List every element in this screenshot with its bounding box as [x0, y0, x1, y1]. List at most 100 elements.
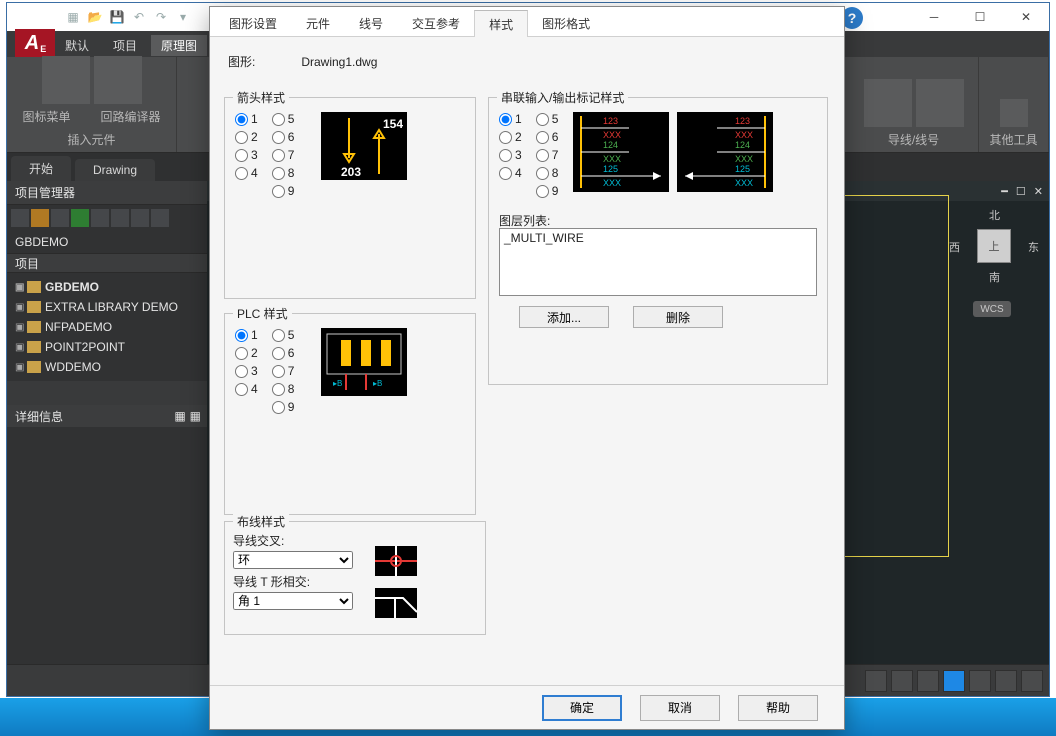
plc-radio-2[interactable]: 2 [235, 346, 258, 360]
wcs-badge[interactable]: WCS [973, 301, 1011, 317]
qat-new-icon[interactable]: ▦ [63, 7, 83, 27]
drawing-tab-start[interactable]: 开始 [11, 156, 71, 181]
wire-cross-select[interactable]: 环 [233, 551, 353, 569]
drawing-tab-current[interactable]: Drawing [75, 159, 155, 181]
canvas-max-icon[interactable]: ☐ [1016, 185, 1026, 198]
arrow-radio-9[interactable]: 9 [272, 184, 295, 198]
ribbon-tab-project[interactable]: 项目 [103, 35, 147, 56]
dlg-tab-wirenum[interactable]: 线号 [344, 9, 398, 36]
expand-icon[interactable]: ▣ [15, 302, 27, 313]
app-logo[interactable]: AE [15, 29, 55, 57]
tree-item-wddemo[interactable]: ▣WDDEMO [7, 357, 207, 377]
layer-add-button[interactable]: 添加... [519, 306, 609, 328]
expand-icon[interactable]: ▣ [15, 322, 27, 333]
pm-tool6-icon[interactable] [111, 209, 129, 227]
plc-radio-5[interactable]: 5 [272, 328, 295, 342]
ribbon-icon-menu[interactable] [42, 56, 90, 104]
io-radio-2[interactable]: 2 [499, 130, 522, 144]
status-1-icon[interactable] [865, 670, 887, 692]
ribbon-tab-default[interactable]: 默认 [55, 35, 99, 56]
status-2-icon[interactable] [891, 670, 913, 692]
io-radio-3[interactable]: 3 [499, 148, 522, 162]
tree-item-p2p[interactable]: ▣POINT2POINT [7, 337, 207, 357]
maximize-button[interactable]: ☐ [957, 3, 1003, 31]
arrow-radio-3[interactable]: 3 [235, 148, 258, 162]
qat-redo-icon[interactable]: ↷ [151, 7, 171, 27]
qat-undo-icon[interactable]: ↶ [129, 7, 149, 27]
plc-preview: ▸B ▸B [321, 328, 407, 396]
expand-icon[interactable]: ▣ [15, 362, 27, 373]
help-button[interactable]: 帮助 [738, 695, 818, 721]
pm-tool3-icon[interactable] [51, 209, 69, 227]
arrow-radio-4[interactable]: 4 [235, 166, 258, 180]
plc-radio-4[interactable]: 4 [235, 382, 258, 396]
status-7-icon[interactable] [1021, 670, 1043, 692]
canvas-min-icon[interactable]: ━ [1001, 185, 1008, 198]
project-manager-title: 项目管理器 [7, 181, 207, 205]
io-radio-5[interactable]: 5 [536, 112, 559, 126]
io-radio-9[interactable]: 9 [536, 184, 559, 198]
qat-more-icon[interactable]: ▾ [173, 7, 193, 27]
minimize-button[interactable]: ─ [911, 3, 957, 31]
pm-refresh-icon[interactable] [71, 209, 89, 227]
cancel-button[interactable]: 取消 [640, 695, 720, 721]
ribbon-circuit-builder[interactable] [94, 56, 142, 104]
plc-radio-6[interactable]: 6 [272, 346, 295, 360]
dlg-tab-crossref[interactable]: 交互参考 [397, 9, 475, 36]
io-radio-8[interactable]: 8 [536, 166, 559, 180]
io-radio-1[interactable]: 1 [499, 112, 522, 126]
io-radio-7[interactable]: 7 [536, 148, 559, 162]
plc-radio-1[interactable]: 1 [235, 328, 258, 342]
ribbon-wire2-icon[interactable] [916, 79, 964, 127]
arrow-radio-2[interactable]: 2 [235, 130, 258, 144]
plc-radio-9[interactable]: 9 [272, 400, 295, 414]
tree-item-extralib[interactable]: ▣EXTRA LIBRARY DEMO [7, 297, 207, 317]
tree-item-gbdemo[interactable]: ▣GBDEMO [7, 277, 207, 297]
detail-tool1-icon[interactable]: ▦ [174, 409, 185, 423]
ribbon-wire1-icon[interactable] [864, 79, 912, 127]
plc-radio-3[interactable]: 3 [235, 364, 258, 378]
ok-button[interactable]: 确定 [542, 695, 622, 721]
qat-save-icon[interactable]: 💾 [107, 7, 127, 27]
dlg-tab-components[interactable]: 元件 [291, 9, 345, 36]
pm-tool8-icon[interactable] [151, 209, 169, 227]
pm-tool7-icon[interactable] [131, 209, 149, 227]
arrow-radio-7[interactable]: 7 [272, 148, 295, 162]
status-5-icon[interactable] [969, 670, 991, 692]
status-3-icon[interactable] [917, 670, 939, 692]
group-arrow-title: 箭头样式 [233, 89, 289, 106]
status-6-icon[interactable] [995, 670, 1017, 692]
svg-text:123: 123 [603, 116, 618, 126]
ribbon-other-icon[interactable] [1000, 99, 1028, 127]
pm-tool5-icon[interactable] [91, 209, 109, 227]
expand-icon[interactable]: ▣ [15, 282, 27, 293]
viewcube[interactable]: 北 南 西 东 上 [959, 211, 1029, 281]
detail-tool2-icon[interactable]: ▦ [190, 409, 201, 423]
arrow-radio-8[interactable]: 8 [272, 166, 295, 180]
arrow-radio-1[interactable]: 1 [235, 112, 258, 126]
qat-open-icon[interactable]: 📂 [85, 7, 105, 27]
status-4-icon[interactable] [943, 670, 965, 692]
arrow-radio-5[interactable]: 5 [272, 112, 295, 126]
dlg-tab-styles[interactable]: 样式 [474, 10, 528, 37]
plc-radio-7[interactable]: 7 [272, 364, 295, 378]
layer-list-box[interactable]: _MULTI_WIRE [499, 228, 817, 296]
arrow-radio-6[interactable]: 6 [272, 130, 295, 144]
ribbon-tab-schematic[interactable]: 原理图 [151, 35, 207, 56]
expand-icon[interactable]: ▣ [15, 342, 27, 353]
canvas-close-icon[interactable]: ✕ [1034, 185, 1043, 198]
io-radio-6[interactable]: 6 [536, 130, 559, 144]
io-radio-4[interactable]: 4 [499, 166, 522, 180]
tree-item-nfpa[interactable]: ▣NFPADEMO [7, 317, 207, 337]
layer-delete-button[interactable]: 删除 [633, 306, 723, 328]
viewcube-face[interactable]: 上 [977, 229, 1011, 263]
pm-tool2-icon[interactable] [31, 209, 49, 227]
dlg-tab-drawingformat[interactable]: 图形格式 [527, 9, 605, 36]
dlg-tab-drawingsettings[interactable]: 图形设置 [214, 9, 292, 36]
plc-radio-8[interactable]: 8 [272, 382, 295, 396]
plc-radios: 1 2 3 4 5 6 7 8 9 [235, 328, 294, 414]
close-button[interactable]: ✕ [1003, 3, 1049, 31]
wire-tee-select[interactable]: 角 1 [233, 592, 353, 610]
pm-tool1-icon[interactable] [11, 209, 29, 227]
ribbon-panel-other-label: 其他工具 [989, 131, 1037, 148]
